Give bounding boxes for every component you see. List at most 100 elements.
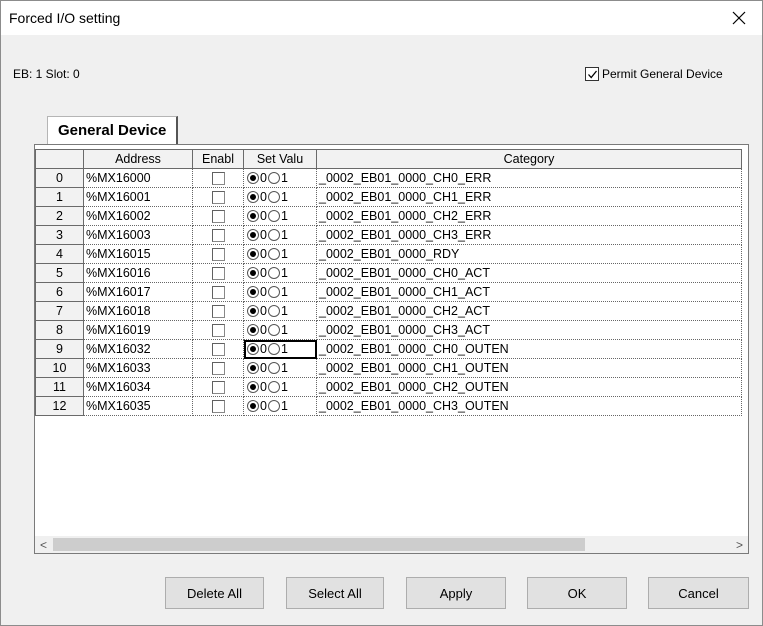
header-set-value[interactable]: Set Valu	[243, 149, 317, 169]
header-enable[interactable]: Enabl	[192, 149, 244, 169]
enable-checkbox[interactable]	[211, 343, 225, 357]
row-number[interactable]: 10	[35, 358, 84, 378]
row-number[interactable]: 4	[35, 244, 84, 264]
row-number[interactable]: 6	[35, 282, 84, 302]
category-cell: _0002_EB01_0000_CH0_OUTEN	[316, 339, 742, 359]
value-1-radio[interactable]	[267, 191, 280, 203]
table-row[interactable]: 11 %MX16034 0 1 _0002_EB01_0000_CH2_OUTEN	[35, 377, 742, 397]
row-number[interactable]: 11	[35, 377, 84, 397]
value-0-radio[interactable]	[247, 191, 259, 203]
enable-checkbox[interactable]	[211, 248, 225, 262]
permit-general-device-checkbox[interactable]: Permit General Device	[585, 67, 723, 81]
header-address[interactable]: Address	[83, 149, 193, 169]
value-0-radio[interactable]	[247, 381, 259, 393]
category-cell: _0002_EB01_0000_CH2_OUTEN	[316, 377, 742, 397]
table-row[interactable]: 4 %MX16015 0 1 _0002_EB01_0000_RDY	[35, 244, 742, 264]
table-row[interactable]: 7 %MX16018 0 1 _0002_EB01_0000_CH2_ACT	[35, 301, 742, 321]
value-1-radio[interactable]	[267, 210, 280, 222]
select-all-button[interactable]: Select All	[286, 577, 384, 609]
value-0-radio[interactable]	[247, 267, 259, 279]
tab-general-device[interactable]: General Device	[47, 116, 179, 144]
scroll-left-button[interactable]: <	[35, 536, 52, 553]
value-1-label: 1	[280, 190, 288, 204]
table-row[interactable]: 3 %MX16003 0 1 _0002_EB01_0000_CH3_ERR	[35, 225, 742, 245]
row-number[interactable]: 12	[35, 396, 84, 416]
row-number[interactable]: 2	[35, 206, 84, 226]
value-0-radio[interactable]	[247, 324, 259, 336]
table-row[interactable]: 2 %MX16002 0 1 _0002_EB01_0000_CH2_ERR	[35, 206, 742, 226]
value-1-label: 1	[280, 304, 288, 318]
scrollbar-thumb[interactable]	[53, 538, 585, 551]
value-1-radio[interactable]	[267, 362, 280, 374]
value-0-radio[interactable]	[247, 286, 259, 298]
table-row[interactable]: 6 %MX16017 0 1 _0002_EB01_0000_CH1_ACT	[35, 282, 742, 302]
value-0-label: 0	[260, 285, 267, 299]
table-row[interactable]: 8 %MX16019 0 1 _0002_EB01_0000_CH3_ACT	[35, 320, 742, 340]
enable-checkbox[interactable]	[211, 381, 225, 395]
value-1-radio[interactable]	[267, 172, 280, 184]
value-1-radio[interactable]	[267, 381, 280, 393]
value-1-radio[interactable]	[267, 305, 280, 317]
value-1-radio[interactable]	[267, 267, 280, 279]
enable-cell	[192, 168, 244, 188]
value-0-radio[interactable]	[247, 305, 259, 317]
category-cell: _0002_EB01_0000_CH3_ERR	[316, 225, 742, 245]
value-1-radio[interactable]	[267, 248, 280, 260]
scroll-right-button[interactable]: >	[731, 536, 748, 553]
table-row[interactable]: 1 %MX16001 0 1 _0002_EB01_0000_CH1_ERR	[35, 187, 742, 207]
set-value-cell: 01	[243, 320, 317, 340]
horizontal-scrollbar[interactable]: < >	[35, 536, 748, 553]
chevron-right-icon: >	[735, 537, 743, 552]
value-0-radio[interactable]	[247, 362, 259, 374]
value-1-radio[interactable]	[267, 229, 280, 241]
enable-cell	[192, 396, 244, 416]
enable-checkbox[interactable]	[211, 191, 225, 205]
table-row[interactable]: 10 %MX16033 0 1 _0002_EB01_0000_CH1_OUTEN	[35, 358, 742, 378]
enable-checkbox[interactable]	[211, 210, 225, 224]
delete-all-button[interactable]: Delete All	[165, 577, 264, 609]
value-1-radio[interactable]	[267, 286, 280, 298]
enable-checkbox[interactable]	[211, 286, 225, 300]
apply-button[interactable]: Apply	[406, 577, 506, 609]
check-icon	[585, 67, 599, 81]
enable-checkbox[interactable]	[211, 229, 225, 243]
value-0-label: 0	[260, 190, 267, 204]
value-0-label: 0	[260, 342, 267, 356]
value-0-radio[interactable]	[247, 172, 259, 184]
value-0-radio[interactable]	[247, 343, 259, 355]
row-number[interactable]: 8	[35, 320, 84, 340]
value-1-radio[interactable]	[267, 400, 280, 412]
value-0-label: 0	[260, 209, 267, 223]
table-row[interactable]: 0 %MX16000 0 1 _0002_EB01_0000_CH0_ERR	[35, 168, 742, 188]
value-1-label: 1	[280, 266, 288, 280]
enable-checkbox[interactable]	[211, 305, 225, 319]
value-0-radio[interactable]	[247, 400, 259, 412]
table-row[interactable]: 9 %MX16032 0 1 _0002_EB01_0000_CH0_OUTEN	[35, 339, 742, 359]
enable-checkbox[interactable]	[211, 324, 225, 338]
cancel-button[interactable]: Cancel	[648, 577, 749, 609]
row-number[interactable]: 3	[35, 225, 84, 245]
enable-checkbox[interactable]	[211, 400, 225, 414]
enable-cell	[192, 320, 244, 340]
row-number[interactable]: 0	[35, 168, 84, 188]
value-1-label: 1	[280, 361, 288, 375]
address-cell: %MX16032	[83, 339, 193, 359]
value-0-radio[interactable]	[247, 229, 259, 241]
table-row[interactable]: 12 %MX16035 0 1 _0002_EB01_0000_CH3_OUTEN	[35, 396, 742, 416]
value-1-radio[interactable]	[267, 343, 280, 355]
set-value-cell: 01	[243, 225, 317, 245]
enable-checkbox[interactable]	[211, 267, 225, 281]
ok-button[interactable]: OK	[527, 577, 627, 609]
enable-checkbox[interactable]	[211, 172, 225, 186]
row-number[interactable]: 1	[35, 187, 84, 207]
table-row[interactable]: 5 %MX16016 0 1 _0002_EB01_0000_CH0_ACT	[35, 263, 742, 283]
enable-checkbox[interactable]	[211, 362, 225, 376]
row-number[interactable]: 9	[35, 339, 84, 359]
value-0-radio[interactable]	[247, 248, 259, 260]
value-1-radio[interactable]	[267, 324, 280, 336]
header-category[interactable]: Category	[316, 149, 742, 169]
close-button[interactable]	[716, 1, 762, 35]
value-0-radio[interactable]	[247, 210, 259, 222]
row-number[interactable]: 7	[35, 301, 84, 321]
row-number[interactable]: 5	[35, 263, 84, 283]
